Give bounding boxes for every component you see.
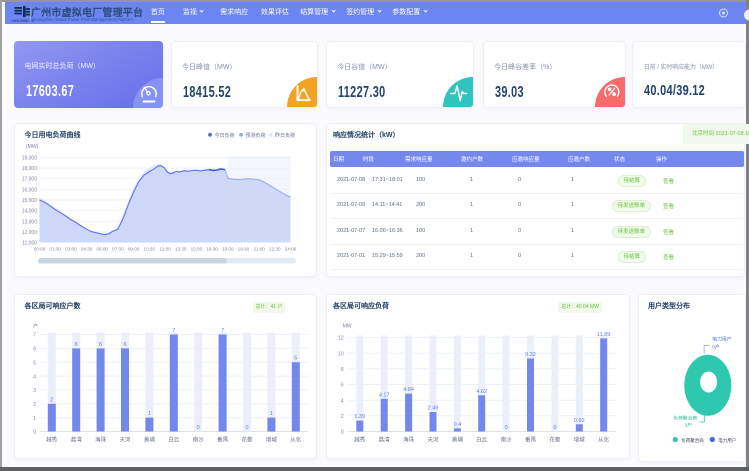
svg-text:0: 0 (341, 429, 344, 435)
svg-text:4.17: 4.17 (379, 392, 390, 398)
svg-text:从化: 从化 (290, 435, 302, 443)
svg-text:6: 6 (123, 341, 126, 347)
svg-text:4: 4 (341, 398, 344, 404)
svg-text:15,000: 15,000 (22, 198, 38, 204)
svg-text:12: 12 (338, 335, 344, 341)
svg-text:2.49: 2.49 (428, 405, 439, 411)
svg-text:10: 10 (338, 351, 344, 357)
svg-text:8: 8 (341, 367, 344, 373)
svg-text:18:00: 18:00 (222, 246, 234, 251)
svg-text:从化: 从化 (599, 435, 611, 443)
svg-text:电力用户: 电力用户 (712, 335, 731, 342)
svg-text:9.32: 9.32 (526, 352, 537, 358)
svg-text:白云: 白云 (477, 435, 489, 443)
svg-text:5: 5 (33, 360, 36, 366)
svg-text:0: 0 (554, 425, 557, 431)
svg-text:22:30: 22:30 (269, 246, 281, 251)
svg-text:增城: 增城 (574, 435, 586, 443)
svg-text:16,000: 16,000 (22, 187, 38, 193)
svg-text:0: 0 (197, 425, 200, 431)
svg-text:19,000: 19,000 (22, 155, 38, 161)
svg-text:4.84: 4.84 (404, 387, 415, 393)
svg-text:06:00: 06:00 (96, 246, 108, 251)
svg-text:2: 2 (50, 397, 53, 403)
svg-text:12,000: 12,000 (22, 229, 38, 235)
svg-text:6: 6 (341, 382, 344, 388)
svg-text:南沙: 南沙 (193, 435, 205, 443)
svg-text:6: 6 (99, 341, 102, 347)
svg-text:负荷聚合商: 负荷聚合商 (673, 414, 697, 421)
svg-text:5: 5 (294, 355, 297, 361)
svg-text:3: 3 (33, 388, 36, 394)
svg-text:0: 0 (245, 425, 248, 431)
svg-text:13,000: 13,000 (22, 219, 38, 225)
svg-text:番禺: 番禺 (525, 436, 536, 443)
svg-text:1: 1 (148, 411, 151, 417)
svg-text:14,000: 14,000 (22, 208, 38, 214)
svg-text:4: 4 (33, 374, 36, 380)
svg-text:2: 2 (33, 402, 36, 408)
svg-text:花都: 花都 (241, 435, 253, 443)
svg-text:0: 0 (33, 429, 36, 435)
svg-text:番禺: 番禺 (217, 436, 228, 443)
svg-text:海珠: 海珠 (403, 435, 415, 443)
svg-text:花都: 花都 (550, 435, 562, 443)
svg-text:7: 7 (172, 328, 175, 334)
svg-text:4.62: 4.62 (477, 388, 488, 394)
svg-text:18,000: 18,000 (22, 166, 38, 172)
svg-text:19:30: 19:30 (238, 246, 250, 251)
svg-text:0.4: 0.4 (454, 421, 462, 427)
svg-text:7: 7 (221, 328, 224, 334)
svg-text:荔湾: 荔湾 (379, 435, 391, 443)
svg-text:0.92: 0.92 (574, 417, 585, 423)
svg-text:07:30: 07:30 (112, 246, 124, 251)
svg-text:1: 1 (270, 411, 273, 417)
svg-text:16:30: 16:30 (206, 246, 218, 251)
svg-text:海珠: 海珠 (95, 435, 107, 443)
svg-text:天河: 天河 (428, 435, 440, 443)
svg-text:南沙: 南沙 (501, 435, 513, 443)
svg-text:12:00: 12:00 (159, 246, 171, 251)
svg-text:0: 0 (505, 425, 508, 431)
svg-text:黄埔: 黄埔 (452, 435, 464, 443)
svg-text:24:00: 24:00 (285, 246, 297, 251)
svg-text:01:30: 01:30 (49, 246, 61, 251)
svg-text:0户: 0户 (712, 343, 720, 350)
svg-text:2: 2 (341, 414, 344, 420)
svg-text:04:30: 04:30 (81, 246, 93, 251)
svg-text:17,000: 17,000 (22, 176, 38, 182)
svg-text:10:30: 10:30 (144, 246, 156, 251)
svg-text:6: 6 (75, 341, 78, 347)
svg-text:1.39: 1.39 (355, 414, 366, 420)
svg-text:荔湾: 荔湾 (71, 435, 83, 443)
svg-text:白云: 白云 (168, 435, 180, 443)
svg-text:21:00: 21:00 (253, 246, 265, 251)
svg-text:7: 7 (33, 332, 36, 338)
svg-text:增城: 增城 (266, 435, 278, 443)
svg-text:越秀: 越秀 (355, 435, 367, 443)
svg-text:负荷聚合商: 负荷聚合商 (681, 437, 704, 444)
svg-text:越秀: 越秀 (46, 435, 58, 443)
svg-text:户: 户 (33, 322, 38, 329)
svg-text:3户: 3户 (684, 421, 692, 428)
svg-text:00:00: 00:00 (34, 246, 46, 251)
svg-text:MW: MW (343, 323, 352, 329)
svg-text:6: 6 (33, 346, 36, 352)
svg-text:电力用户: 电力用户 (718, 437, 736, 444)
svg-text:15:00: 15:00 (191, 246, 203, 251)
svg-text:13:30: 13:30 (175, 246, 187, 251)
svg-text:黄埔: 黄埔 (144, 435, 156, 443)
svg-text:03:00: 03:00 (65, 246, 77, 251)
svg-text:11.89: 11.89 (597, 331, 610, 337)
svg-text:天河: 天河 (119, 435, 131, 443)
svg-text:09:00: 09:00 (128, 246, 140, 251)
svg-text:1: 1 (33, 415, 36, 421)
